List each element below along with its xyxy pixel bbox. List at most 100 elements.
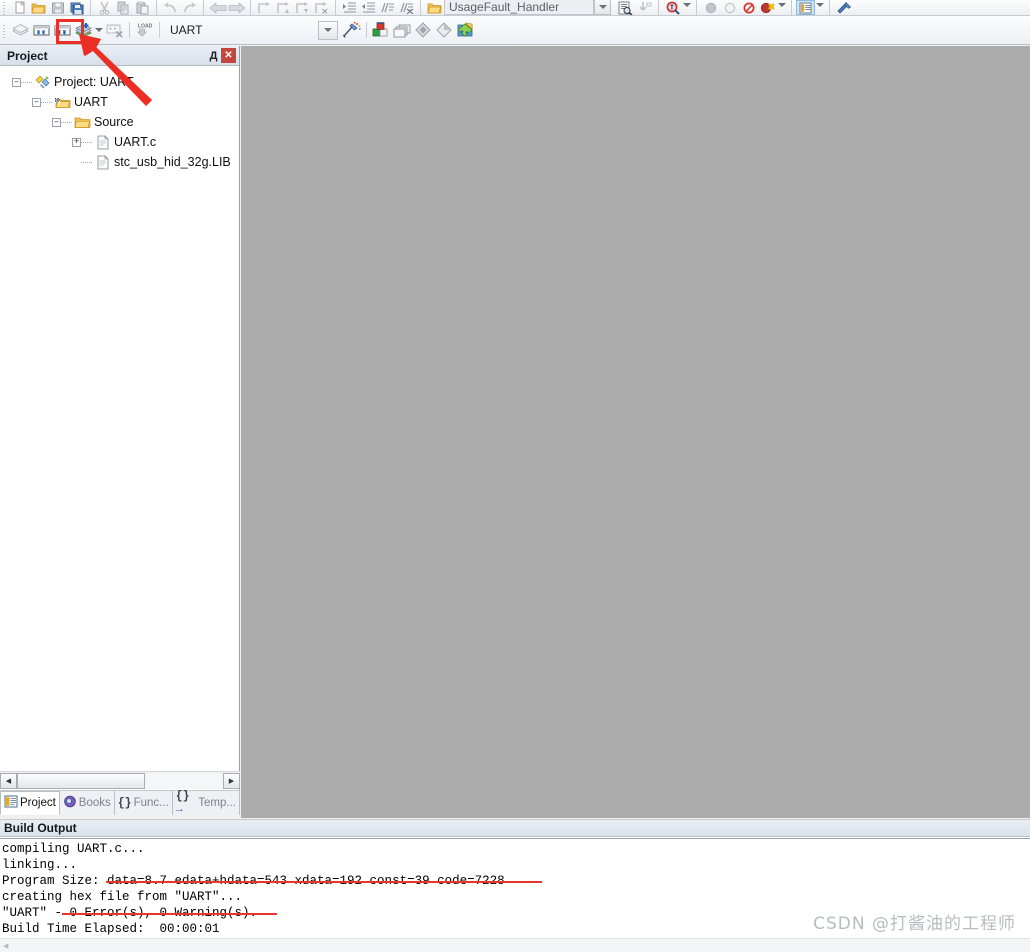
toolbar-separator — [129, 22, 130, 38]
tab-functions[interactable]: {} Func... — [115, 791, 173, 815]
tree-connector — [81, 141, 93, 143]
build-output-text[interactable]: compiling UART.c... linking... Program S… — [0, 838, 1030, 952]
indent-increase-icon[interactable] — [340, 0, 359, 15]
scroll-left-arrow-icon[interactable]: ◀ — [3, 942, 8, 950]
tree-item-label: UART.c — [114, 135, 157, 149]
debug-find-icon[interactable] — [663, 0, 682, 15]
breakpoint-clear-icon[interactable] — [739, 0, 758, 15]
functions-window-icon[interactable] — [413, 20, 434, 41]
tree-toggle-plus[interactable]: + — [72, 137, 81, 147]
manage-project-icon[interactable] — [371, 20, 392, 41]
save-icon[interactable] — [48, 0, 67, 15]
build-line: creating hex file from "UART"... — [2, 890, 243, 904]
close-icon[interactable]: ✕ — [221, 48, 236, 63]
window-layout-icon[interactable] — [796, 0, 815, 15]
toolbar-grip[interactable] — [1, 22, 8, 38]
handler-combo[interactable]: UsageFault_Handler — [444, 0, 594, 15]
tree-item-project-uart[interactable]: – Project: UART — [4, 72, 239, 92]
tree-toggle-minus[interactable]: – — [52, 117, 61, 127]
bookmark-prev-icon[interactable] — [274, 0, 293, 15]
paste-icon[interactable] — [133, 0, 152, 15]
open-folder-icon[interactable] — [29, 0, 48, 15]
tab-label: Books — [78, 797, 111, 809]
bookmark-toggle-icon[interactable] — [255, 0, 274, 15]
chevron-down-icon — [816, 3, 824, 7]
navigate-forward-icon[interactable] — [227, 0, 246, 15]
toolbar-separator — [250, 0, 251, 15]
open-file-icon[interactable] — [425, 0, 444, 15]
folder-icon — [74, 114, 91, 130]
project-icon — [34, 74, 51, 90]
chevron-down-icon — [778, 3, 786, 7]
tree-item-uart-c[interactable]: + UART.c — [4, 132, 239, 152]
main-toolbar-row: UsageFault_Handler — [0, 0, 1030, 16]
scroll-left-button[interactable]: ◀ — [0, 772, 17, 789]
toolbar-separator — [366, 22, 368, 38]
batch-build-icon[interactable] — [73, 20, 94, 41]
tree-item-label: Source — [94, 115, 134, 129]
tree-item-label: stc_usb_hid_32g.LIB — [114, 155, 231, 169]
tree-item-uart-target[interactable]: – UART — [4, 92, 239, 112]
breakpoint-empty-icon[interactable] — [720, 0, 739, 15]
chevron-down-icon — [683, 3, 691, 7]
books-window-icon[interactable] — [392, 20, 413, 41]
cut-icon[interactable] — [95, 0, 114, 15]
editor-area[interactable] — [241, 46, 1030, 818]
tab-project[interactable]: Project — [0, 791, 60, 815]
breakpoint-disable-icon[interactable] — [758, 0, 777, 15]
project-panel-titlebar: Project Д ✕ — [0, 46, 239, 66]
rebuild-icon[interactable] — [52, 20, 73, 41]
tree-connector — [61, 121, 73, 123]
new-file-icon[interactable] — [10, 0, 29, 15]
download-flag-icon[interactable] — [635, 0, 654, 15]
configure-icon[interactable] — [834, 0, 853, 15]
translate-icon[interactable] — [10, 20, 31, 41]
download-icon[interactable]: LOAD — [134, 20, 155, 41]
tab-label: Func... — [133, 797, 169, 809]
bookmark-clear-icon[interactable] — [312, 0, 331, 15]
indent-decrease-icon[interactable] — [359, 0, 378, 15]
bookmark-next-icon[interactable] — [293, 0, 312, 15]
handler-combo-dropdown[interactable] — [594, 0, 611, 15]
redo-icon[interactable] — [180, 0, 199, 15]
toolbar-separator — [90, 0, 91, 15]
toolbar-separator — [335, 0, 336, 15]
tree-item-label: Project: UART — [54, 75, 134, 89]
window-layout-dropdown[interactable] — [815, 0, 825, 15]
tree-toggle-minus[interactable]: – — [12, 77, 21, 87]
uncomment-icon[interactable] — [397, 0, 416, 15]
tree-item-source-group[interactable]: – Source — [4, 112, 239, 132]
target-select-dropdown[interactable] — [318, 20, 339, 40]
scroll-track[interactable] — [17, 772, 223, 789]
tree-item-lib-file[interactable]: stc_usb_hid_32g.LIB — [4, 152, 239, 172]
target-options-icon[interactable] — [341, 20, 362, 41]
batch-build-dropdown[interactable] — [94, 20, 104, 40]
svg-text:LOAD: LOAD — [138, 24, 153, 30]
project-horizontal-scrollbar[interactable]: ◀ ▶ — [0, 771, 240, 789]
build-line: linking... — [2, 858, 78, 872]
find-in-files-icon[interactable] — [616, 0, 635, 15]
breakpoint-filled-icon[interactable] — [701, 0, 720, 15]
toolbar-separator — [829, 0, 830, 15]
scroll-thumb[interactable] — [17, 772, 145, 789]
stop-build-icon[interactable] — [104, 20, 125, 41]
navigate-back-icon[interactable] — [208, 0, 227, 15]
chevron-down-icon — [324, 28, 333, 32]
copy-icon[interactable] — [114, 0, 133, 15]
build-output-scrollbar[interactable]: ◀ — [0, 938, 1030, 952]
handler-combo-value: UsageFault_Handler — [449, 0, 560, 14]
undo-icon[interactable] — [161, 0, 180, 15]
debug-find-dropdown[interactable] — [682, 0, 692, 15]
tab-books[interactable]: Books — [60, 791, 115, 815]
build-icon[interactable] — [31, 20, 52, 41]
pin-icon[interactable]: Д — [206, 48, 221, 63]
comment-icon[interactable] — [378, 0, 397, 15]
save-all-icon[interactable] — [67, 0, 86, 15]
tree-toggle-minus[interactable]: – — [32, 97, 41, 107]
templates-window-icon[interactable] — [434, 20, 455, 41]
scroll-right-button[interactable]: ▶ — [223, 772, 240, 789]
source-browser-icon[interactable] — [455, 20, 476, 41]
tab-templates[interactable]: {}→ Temp... — [173, 790, 240, 816]
toolbar-grip[interactable] — [1, 0, 8, 15]
breakpoint-dropdown[interactable] — [777, 0, 787, 15]
